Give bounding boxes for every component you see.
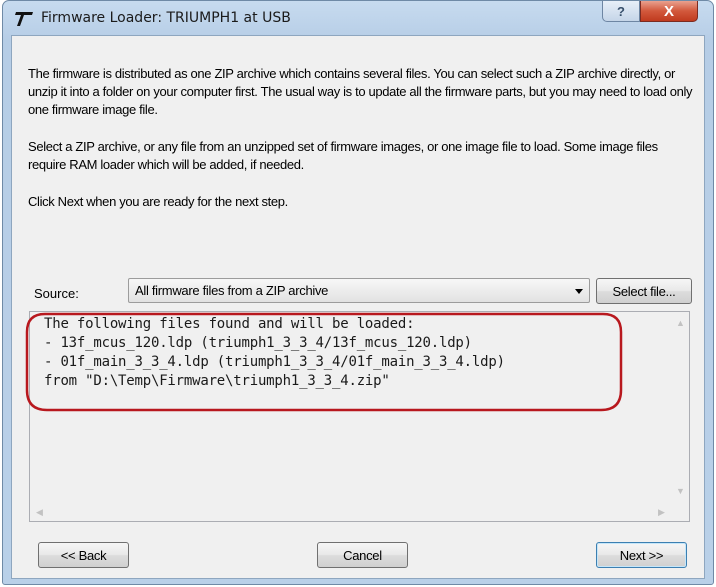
back-button[interactable]: << Back (38, 542, 129, 568)
title-bar[interactable]: Firmware Loader: TRIUMPH1 at USB ? X (3, 1, 713, 35)
firmware-loader-window: Firmware Loader: TRIUMPH1 at USB ? X The… (2, 0, 714, 585)
scroll-left-icon[interactable]: ◀ (36, 507, 43, 518)
app-logo-icon (15, 12, 33, 26)
select-file-button[interactable]: Select file... (596, 278, 692, 304)
scroll-right-icon[interactable]: ▶ (658, 507, 665, 518)
chevron-down-icon (575, 289, 583, 294)
question-icon: ? (617, 3, 625, 19)
select-paragraph: Select a ZIP archive, or any file from a… (28, 139, 658, 172)
next-step-paragraph: Click Next when you are ready for the ne… (28, 194, 288, 209)
source-select[interactable]: All firmware files from a ZIP archive (128, 278, 590, 303)
window-title: Firmware Loader: TRIUMPH1 at USB (41, 10, 291, 26)
scroll-down-icon[interactable]: ▼ (676, 486, 685, 496)
next-button[interactable]: Next >> (596, 542, 687, 568)
highlight-ellipse (25, 312, 623, 412)
cancel-button[interactable]: Cancel (317, 542, 408, 568)
vertical-scrollbar[interactable]: ▲ ▼ (672, 312, 689, 504)
source-label: Source: (34, 286, 79, 301)
source-select-value: All firmware files from a ZIP archive (135, 283, 329, 298)
help-button[interactable]: ? (602, 1, 640, 22)
close-icon: X (663, 2, 674, 20)
horizontal-scrollbar[interactable]: ◀ ▶ (30, 504, 672, 521)
scroll-up-icon[interactable]: ▲ (676, 318, 685, 328)
close-button[interactable]: X (640, 1, 698, 22)
intro-paragraph: The firmware is distributed as one ZIP a… (28, 66, 693, 117)
dialog-content: The firmware is distributed as one ZIP a… (11, 35, 705, 579)
